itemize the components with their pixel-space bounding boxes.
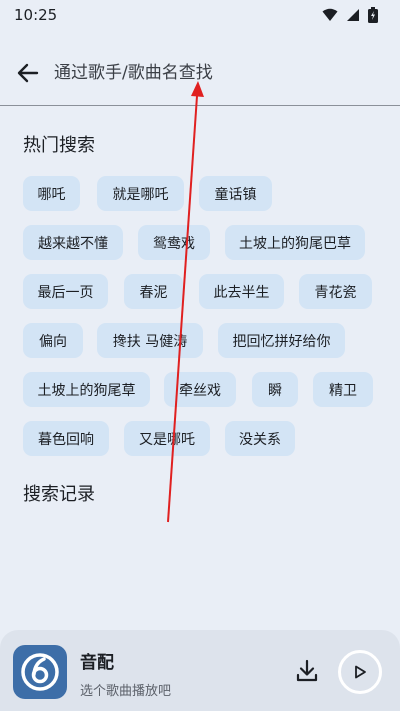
- hot-search-chip[interactable]: 精卫: [313, 372, 373, 407]
- hot-search-chip[interactable]: 搀扶 马健涛: [97, 323, 203, 358]
- signal-icon: [347, 9, 359, 21]
- hot-search-chip[interactable]: 越来越不懂: [23, 225, 123, 260]
- hot-search-chip[interactable]: 此去半生: [199, 274, 284, 309]
- hot-search-chip[interactable]: 童话镇: [199, 176, 272, 211]
- hot-search-chip[interactable]: 就是哪吒: [97, 176, 184, 211]
- hot-search-chip[interactable]: 哪吒: [23, 176, 80, 211]
- search-input[interactable]: [54, 62, 354, 83]
- hot-search-chip[interactable]: 牵丝戏: [164, 372, 236, 407]
- play-button[interactable]: [338, 650, 382, 694]
- status-icons: [322, 7, 378, 23]
- player-subtitle: 选个歌曲播放吧: [80, 684, 172, 699]
- wifi-icon: [322, 8, 338, 21]
- hot-search-chip[interactable]: 暮色回响: [23, 421, 109, 456]
- battery-icon: [368, 7, 378, 23]
- status-time: 10:25: [14, 6, 58, 24]
- hot-search-chip[interactable]: 偏向: [23, 323, 83, 358]
- back-button[interactable]: [14, 59, 42, 87]
- hot-search-chip[interactable]: 没关系: [225, 421, 295, 456]
- hot-search-chip[interactable]: 春泥: [124, 274, 183, 309]
- hot-search-title: 热门搜索: [23, 135, 95, 156]
- download-icon: [296, 659, 318, 682]
- hot-search-chip[interactable]: 土坡上的狗尾草: [23, 372, 150, 407]
- music-app-logo-icon: [21, 653, 59, 691]
- hot-search-chip[interactable]: 瞬: [252, 372, 298, 407]
- mini-player[interactable]: 音配 选个歌曲播放吧: [0, 630, 400, 711]
- hot-search-chip[interactable]: 土坡上的狗尾巴草: [225, 225, 365, 260]
- player-title: 音配: [80, 653, 114, 673]
- arrow-left-icon: [17, 63, 39, 82]
- hot-search-chip[interactable]: 青花瓷: [299, 274, 372, 309]
- hot-search-chip[interactable]: 最后一页: [23, 274, 108, 309]
- player-album-art[interactable]: [13, 645, 67, 699]
- play-icon: [355, 665, 366, 679]
- status-bar: 10:25: [0, 0, 400, 30]
- search-history-title: 搜索记录: [23, 484, 95, 505]
- hot-search-chip[interactable]: 把回忆拼好给你: [218, 323, 345, 358]
- search-bar: [0, 40, 400, 106]
- hot-search-chip[interactable]: 鸳鸯戏: [138, 225, 210, 260]
- hot-search-chip[interactable]: 又是哪吒: [124, 421, 210, 456]
- download-button[interactable]: [294, 658, 320, 684]
